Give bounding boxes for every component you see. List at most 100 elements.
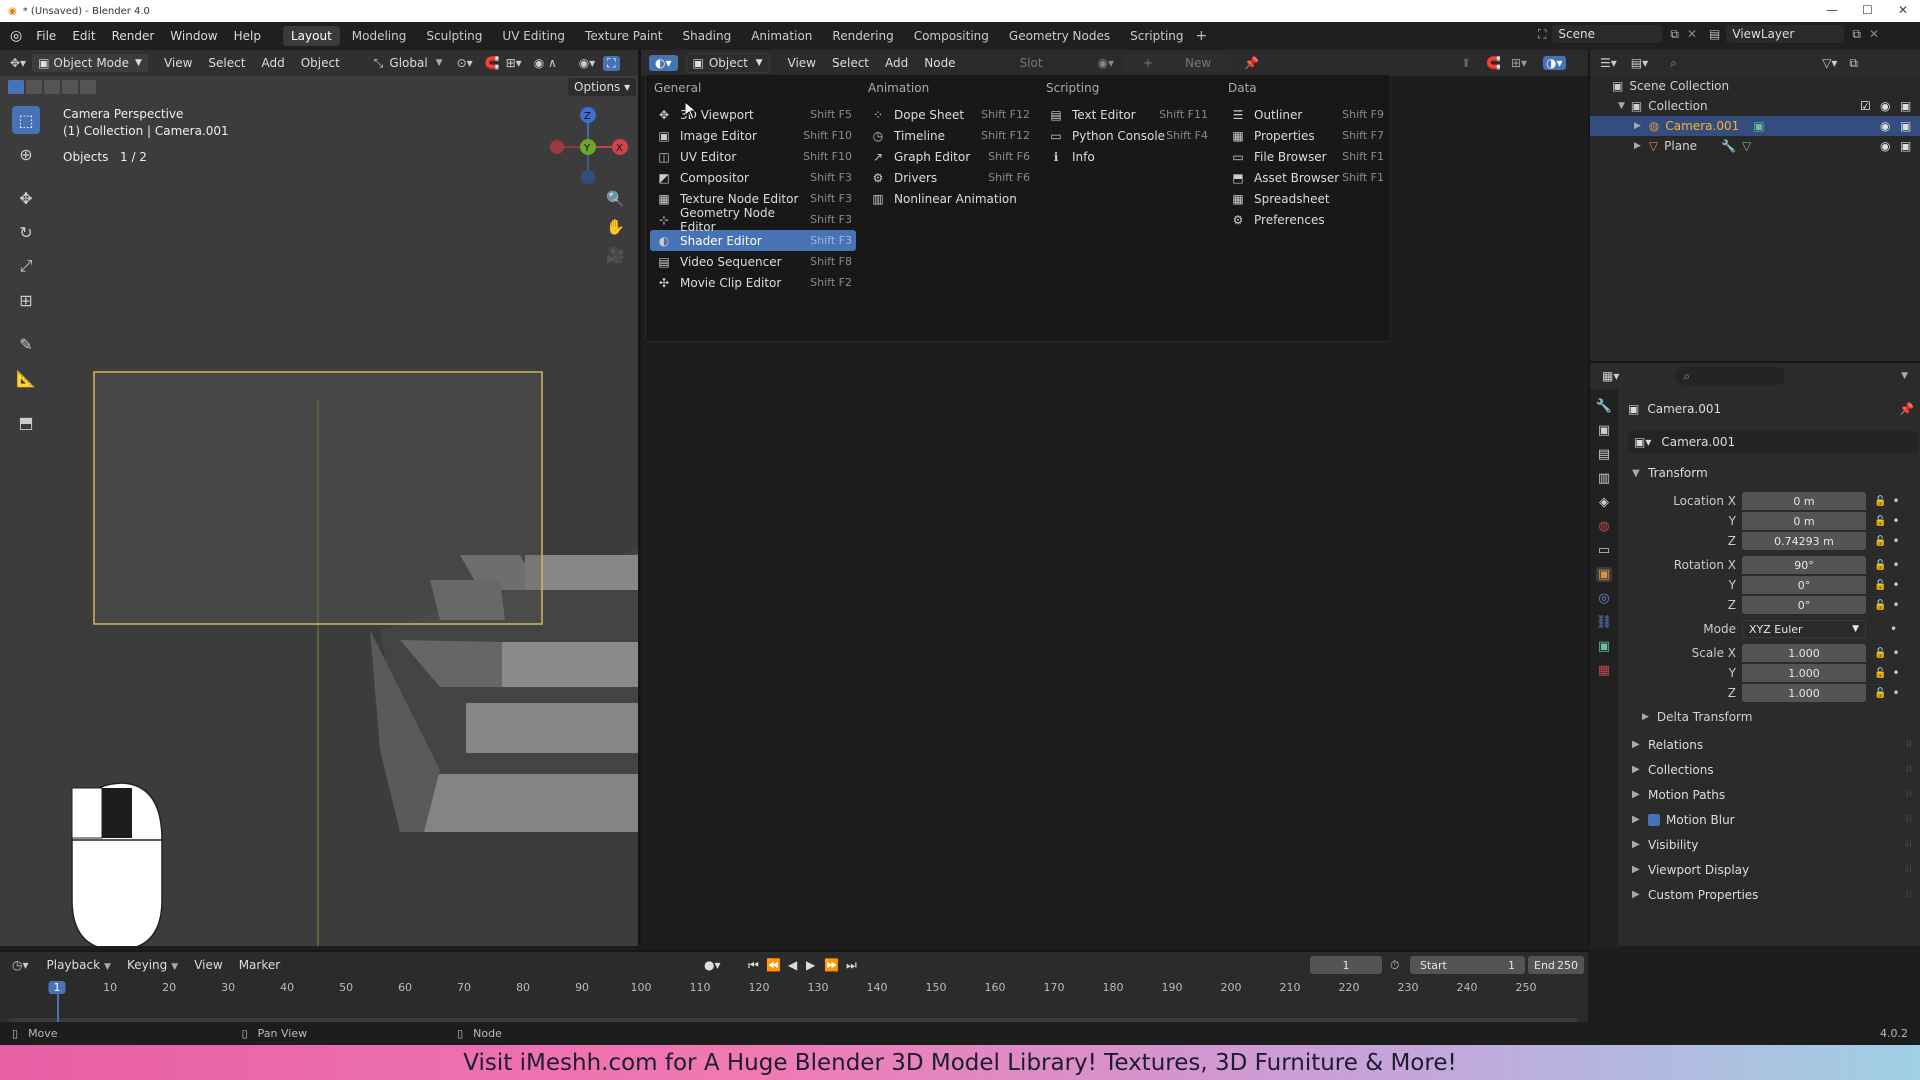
timeline-menu-keying[interactable]: Keying ▼ — [119, 958, 186, 972]
modifier-icon[interactable]: 🔧 — [1721, 139, 1736, 153]
view-layer-icon[interactable]: ▤ — [1709, 27, 1720, 41]
pin-icon[interactable]: 📌 — [1899, 402, 1914, 416]
shader-menu-add[interactable]: Add — [877, 56, 916, 70]
eye-icon[interactable]: ◉ — [1880, 99, 1890, 113]
panel-collections[interactable]: ▶ Collections ⁞⁞ — [1628, 758, 1918, 781]
camera-view-icon[interactable]: 🎥 — [606, 246, 625, 264]
lock-icon[interactable]: 🔓 — [1874, 600, 1886, 611]
lock-icon[interactable]: 🔓 — [1874, 516, 1886, 527]
scale-x-field[interactable]: 1.000 — [1742, 644, 1866, 662]
lock-icon[interactable]: 🔓 — [1874, 580, 1886, 591]
record-icon[interactable]: ●▾ — [704, 958, 721, 972]
play-reverse-icon[interactable]: ◀ — [788, 958, 797, 972]
lock-icon[interactable]: 🔓 — [1874, 496, 1886, 507]
editor-item-spreadsheet[interactable]: ▦ Spreadsheet — [1224, 188, 1388, 209]
shader-menu-select[interactable]: Select — [824, 56, 877, 70]
collection-tab-icon[interactable]: ▭ — [1598, 543, 1610, 558]
lock-icon[interactable]: 🔓 — [1874, 560, 1886, 571]
keyframe-dot-icon[interactable]: • — [1890, 622, 1897, 636]
world-tab-icon[interactable]: ◍ — [1598, 519, 1609, 534]
viewport-3d[interactable]: ✥▾ ▣ Object Mode ▼ View Select Add Object ⤡… — [0, 50, 638, 946]
lock-icon[interactable]: 🔓 — [1874, 688, 1886, 699]
editor-item-drivers[interactable]: ⚙ Drivers Shift F6 — [864, 167, 1034, 188]
editor-item-info[interactable]: ℹ Info — [1042, 146, 1212, 167]
tab-compositing[interactable]: Compositing — [906, 26, 997, 46]
rotation-y-field[interactable]: 0° — [1742, 576, 1866, 594]
keyframe-dot-icon[interactable]: • — [1892, 534, 1899, 548]
slot-dropdown[interactable]: Slot — [1013, 54, 1088, 72]
snap-node-icon[interactable]: 🧲 — [1486, 56, 1501, 70]
panel-relations[interactable]: ▶ Relations ⁞⁞ — [1628, 733, 1918, 756]
new-collection-icon[interactable]: ⧉ — [1849, 56, 1858, 71]
start-frame-field[interactable]: Start 1 — [1410, 956, 1525, 974]
next-keyframe-icon[interactable]: ⏩ — [824, 958, 839, 972]
editor-item-video-sequencer[interactable]: ▤ Video Sequencer Shift F8 — [650, 251, 856, 272]
panel-visibility[interactable]: ▶ Visibility ⁞⁞ — [1628, 833, 1918, 856]
object-datablock-field[interactable]: ▣▾ Camera.001 — [1628, 431, 1918, 453]
menu-help[interactable]: Help — [226, 29, 269, 43]
panel-viewport-display[interactable]: ▶ Viewport Display ⁞⁞ — [1628, 858, 1918, 881]
end-frame-field[interactable]: End 250 — [1528, 956, 1584, 974]
jump-start-icon[interactable]: ⏮ — [748, 958, 759, 973]
scene-tab-icon[interactable]: ◈ — [1599, 495, 1609, 510]
outliner-search-field[interactable]: ⌕ — [1662, 54, 1773, 72]
shader-editor-area[interactable]: ◐▾ ▣ Object ▼ View Select Add Node Slot ◉▾ … — [641, 50, 1588, 946]
editor-item-dope-sheet[interactable]: ⁘ Dope Sheet Shift F12 — [864, 104, 1034, 125]
camera-render-icon[interactable]: ▣ — [1900, 99, 1911, 113]
editor-item-3d-viewport[interactable]: ✥ 3D Viewport Shift F5 — [650, 104, 856, 125]
scale-z-field[interactable]: 1.000 — [1742, 684, 1866, 702]
pin-icon[interactable]: 📌 — [1244, 56, 1259, 70]
scene-selector[interactable]: Scene — [1552, 25, 1663, 43]
constraints-tab-icon[interactable]: ⛓ — [1596, 615, 1613, 630]
editor-item-asset-browser[interactable]: ⬒ Asset Browser Shift F1 — [1224, 167, 1388, 188]
playhead-line[interactable] — [57, 992, 59, 1022]
cursor-tool-icon[interactable]: ⊕ — [12, 140, 40, 168]
rotation-x-field[interactable]: 90° — [1742, 556, 1866, 574]
add-workspace-icon[interactable]: + — [1196, 28, 1208, 44]
editor-item-shader-editor[interactable]: ◐ Shader Editor Shift F3 — [650, 230, 856, 251]
measure-tool-icon[interactable]: 📐 — [12, 364, 40, 392]
tab-texture-paint[interactable]: Texture Paint — [577, 26, 670, 46]
scale-tool-icon[interactable]: ⤢ — [12, 252, 40, 280]
panel-custom-properties[interactable]: ▶ Custom Properties ⁞⁞ — [1628, 883, 1918, 906]
stopwatch-icon[interactable]: ⏱ — [1390, 958, 1399, 973]
display-mode-icon[interactable]: ▤▾ — [1631, 56, 1648, 70]
annotate-tool-icon[interactable]: ✎ — [12, 330, 40, 358]
add-cube-tool-icon[interactable]: ⬒ — [12, 408, 40, 436]
editor-item-image-editor[interactable]: ▣ Image Editor Shift F10 — [650, 125, 856, 146]
chevron-down-icon[interactable]: ▼ — [1618, 101, 1625, 111]
keyframe-dot-icon[interactable]: • — [1892, 646, 1899, 660]
blender-menu-icon[interactable]: ◎ — [10, 28, 22, 44]
play-icon[interactable]: ▶ — [806, 958, 815, 972]
editor-item-timeline[interactable]: ◷ Timeline Shift F12 — [864, 125, 1034, 146]
output-tab-icon[interactable]: ▤ — [1598, 447, 1610, 462]
properties-search-field[interactable]: ⌕ — [1675, 367, 1786, 385]
select-box-tool-icon[interactable]: ⬚ — [12, 106, 40, 134]
mesh-data-icon[interactable]: ▽ — [1742, 139, 1751, 153]
editor-item-movie-clip-editor[interactable]: ✣ Movie Clip Editor Shift F2 — [650, 272, 856, 293]
view-layer-tab-icon[interactable]: ▥ — [1598, 471, 1610, 486]
drag-handle-icon[interactable]: ⁞⁞ — [1906, 864, 1912, 875]
chevron-right-icon[interactable]: ▶ — [1634, 141, 1641, 151]
lock-icon[interactable]: 🔓 — [1874, 668, 1886, 679]
editor-item-compositor[interactable]: ◩ Compositor Shift F3 — [650, 167, 856, 188]
maximize-icon[interactable]: ☐ — [1862, 3, 1873, 17]
keyframe-dot-icon[interactable]: • — [1892, 514, 1899, 528]
editor-item-file-browser[interactable]: ▭ File Browser Shift F1 — [1224, 146, 1388, 167]
timeline-menu-marker[interactable]: Marker — [231, 958, 288, 972]
menu-edit[interactable]: Edit — [64, 29, 103, 43]
panel-motion-blur[interactable]: ▶ Motion Blur ⁞⁞ — [1628, 808, 1918, 831]
shader-menu-view[interactable]: View — [780, 56, 824, 70]
new-view-layer-icon[interactable]: ⧉ — [1852, 27, 1861, 42]
lock-icon[interactable]: 🔓 — [1874, 648, 1886, 659]
node-overlay-toggle-icon[interactable]: ◑▾ — [1543, 56, 1566, 70]
collection-row[interactable]: ▼ ▣ Collection ☑ ◉ ▣ — [1590, 96, 1920, 116]
filter-icon[interactable]: ▽▾ — [1822, 56, 1837, 70]
drag-handle-icon[interactable]: ⁞⁞ — [1906, 839, 1912, 850]
scene-icon[interactable]: ⛶ — [1538, 27, 1546, 42]
chevron-down-icon[interactable]: ▼ — [1901, 371, 1908, 381]
pan-hand-icon[interactable]: ✋ — [606, 218, 625, 236]
drag-handle-icon[interactable]: ⁞⁞ — [1906, 889, 1912, 900]
material-browse-icon[interactable]: ◉▾ — [1098, 56, 1115, 70]
editor-item-nonlinear-animation[interactable]: ▥ Nonlinear Animation — [864, 188, 1034, 209]
